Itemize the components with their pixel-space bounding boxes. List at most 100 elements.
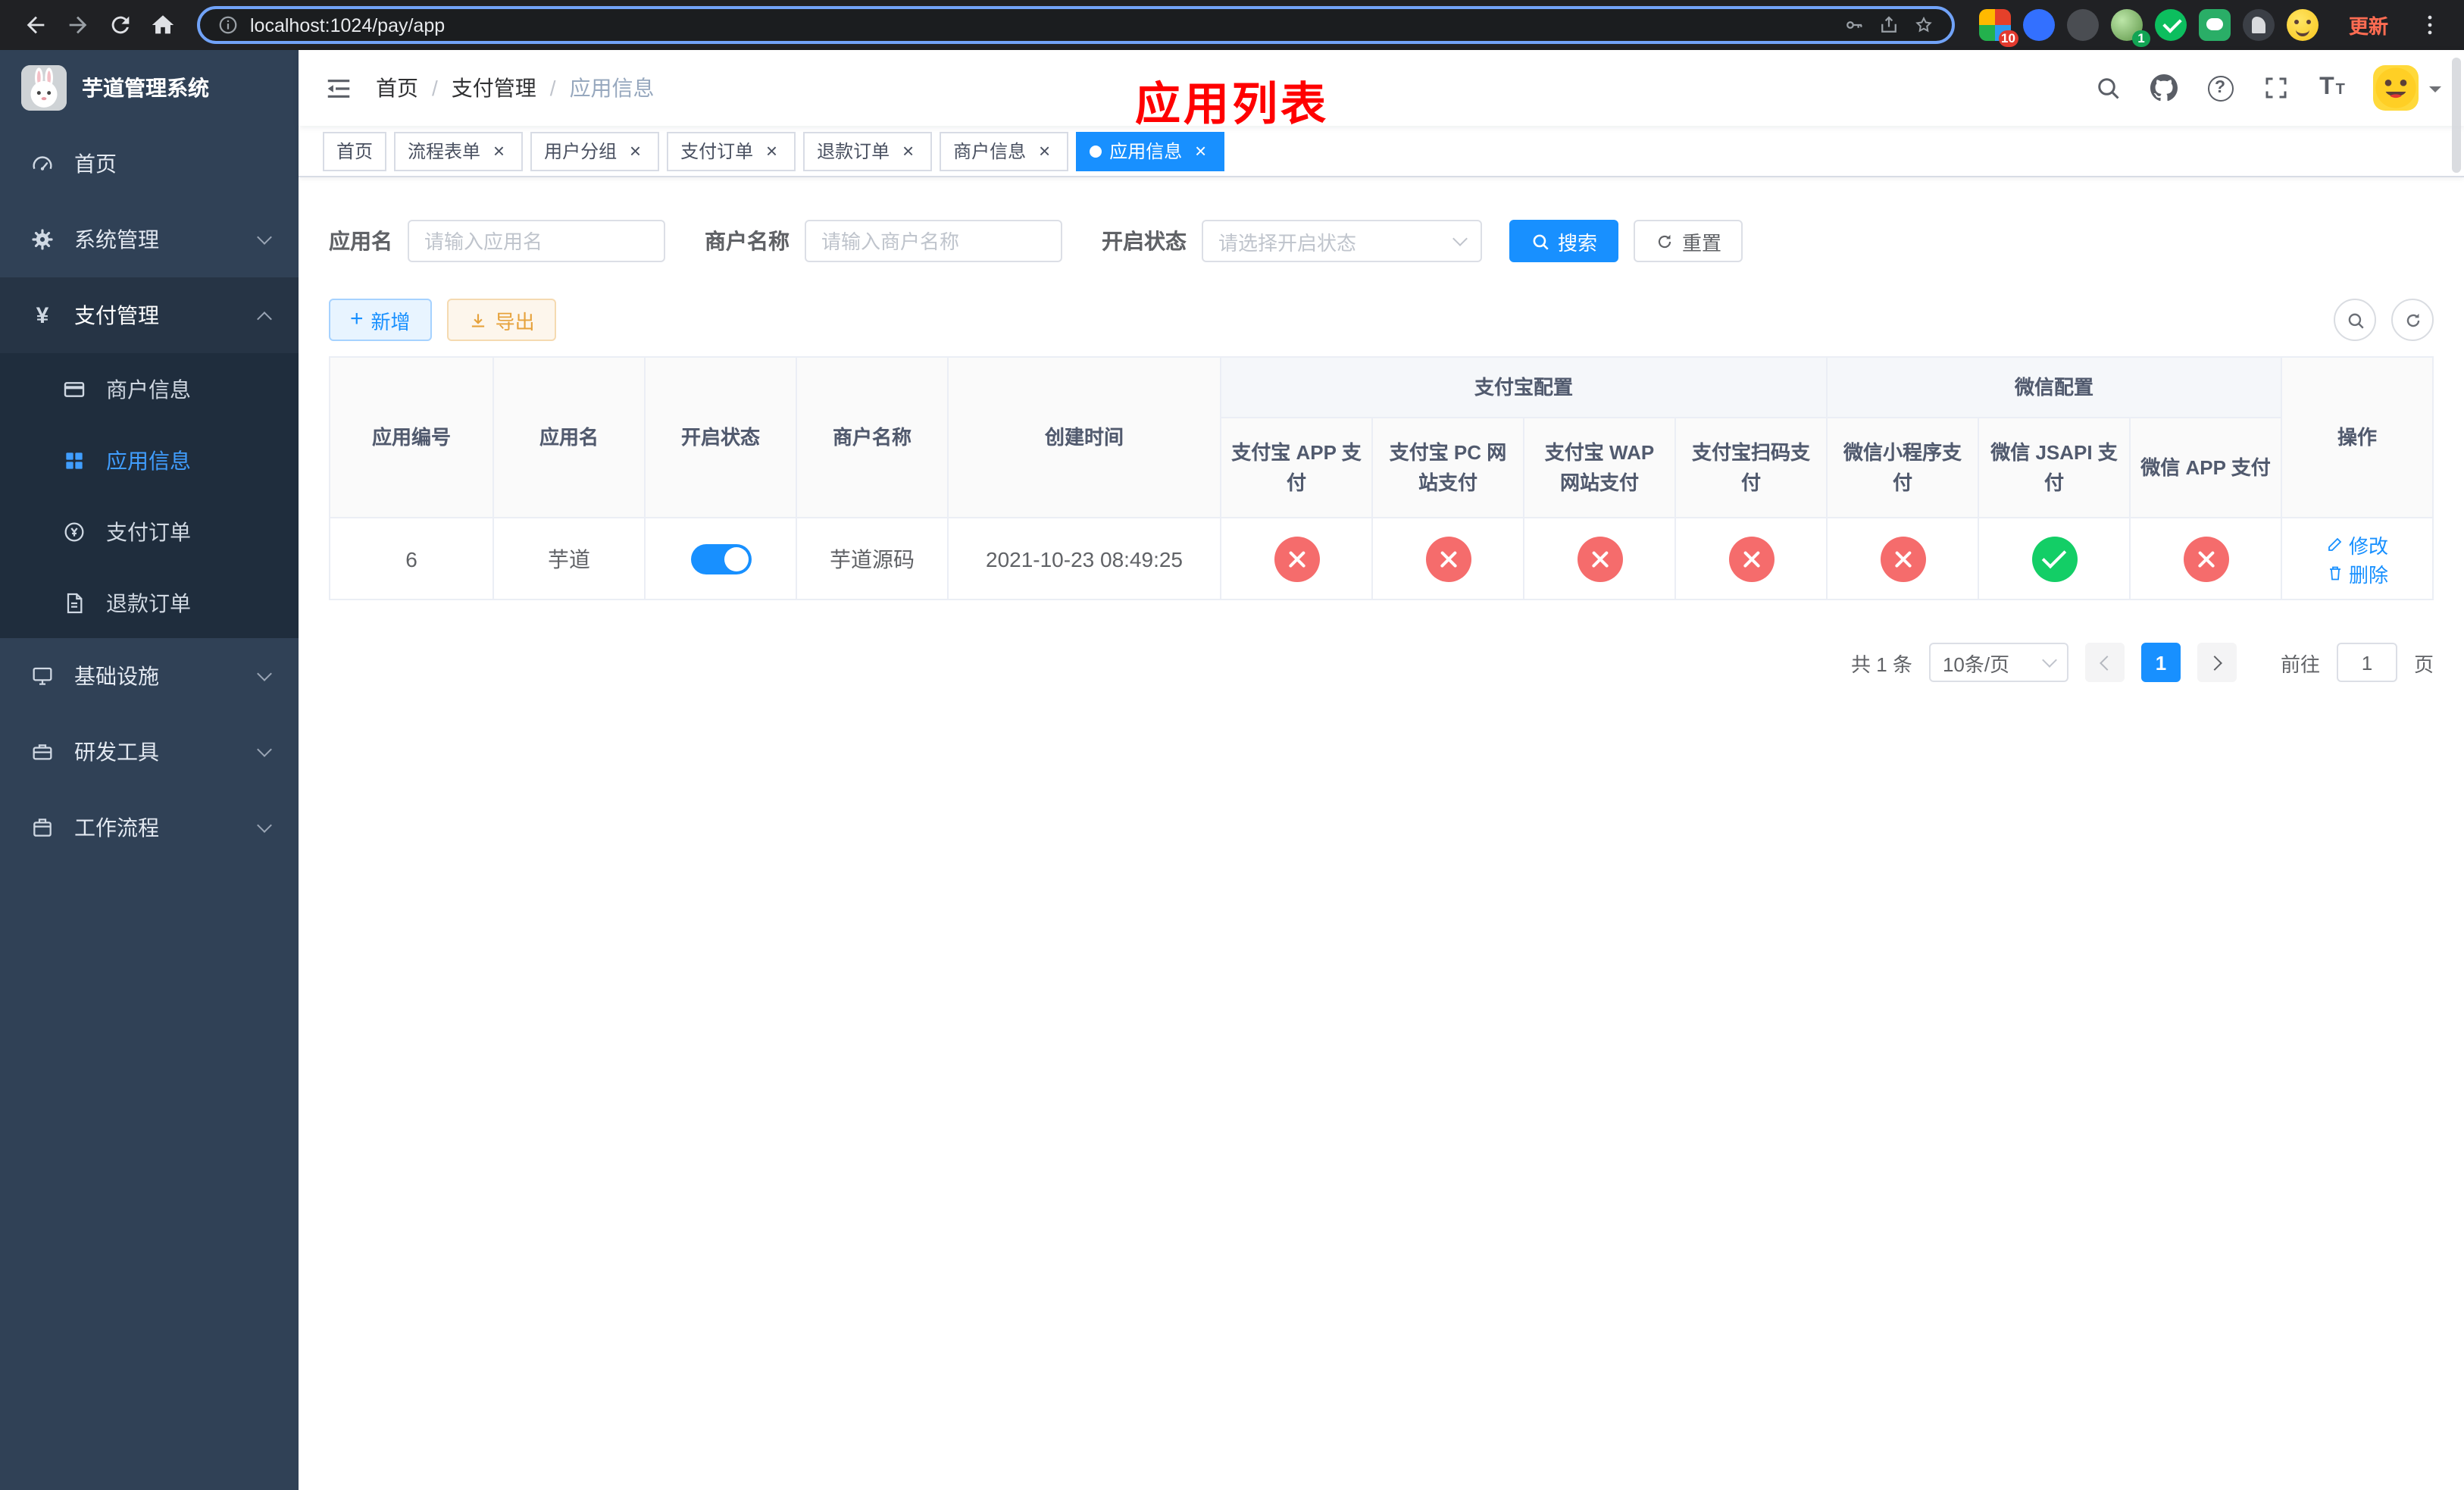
sidebar-item-app-info[interactable]: 应用信息 xyxy=(0,424,299,496)
close-icon[interactable] xyxy=(897,140,918,161)
overlay-title: 应用列表 xyxy=(1135,80,1329,130)
url-text[interactable]: localhost:1024/pay/app xyxy=(250,14,445,36)
extension-knight-icon[interactable] xyxy=(2242,9,2275,41)
sidebar-item-home[interactable]: 首页 xyxy=(0,126,299,202)
tab-merchant-info[interactable]: 商户信息 xyxy=(940,131,1069,171)
help-icon[interactable] xyxy=(2205,73,2235,103)
font-size-icon[interactable] xyxy=(2317,73,2347,103)
browser-back-button[interactable] xyxy=(15,5,55,45)
sidebar-item-refund-order[interactable]: 退款订单 xyxy=(0,567,299,638)
page-size-select[interactable]: 10条/页 xyxy=(1928,643,2068,682)
goto-page-input[interactable] xyxy=(2336,643,2397,682)
close-icon[interactable] xyxy=(488,140,509,161)
extensions-row: 10 1 xyxy=(1978,9,2319,47)
password-key-icon[interactable] xyxy=(1843,13,1867,37)
reset-button[interactable]: 重置 xyxy=(1634,220,1743,262)
col-header: 应用名 xyxy=(492,356,646,518)
export-button[interactable]: 导出 xyxy=(446,299,556,341)
refresh-icon xyxy=(1658,233,1671,248)
sidebar-item-label: 工作流程 xyxy=(74,815,159,840)
status-label: 开启状态 xyxy=(1102,229,1187,253)
download-icon xyxy=(471,313,484,327)
sidebar-item-infrastructure[interactable]: 基础设施 xyxy=(0,638,299,714)
tab-app-info[interactable]: 应用信息 xyxy=(1076,131,1225,171)
browser-forward-button[interactable] xyxy=(58,5,97,45)
close-icon[interactable] xyxy=(624,140,646,161)
sidebar-logo[interactable]: 芋道管理系统 xyxy=(0,50,299,126)
prev-page-button[interactable] xyxy=(2084,643,2125,682)
scrollbar-thumb[interactable] xyxy=(2452,58,2461,173)
col-header: 支付宝 PC 网站支付 xyxy=(1371,417,1524,518)
extension-grid-icon[interactable]: 10 xyxy=(1978,9,2018,47)
tab-pay-order[interactable]: 支付订单 xyxy=(667,131,796,171)
chrome-update-button[interactable]: 更新 xyxy=(2340,9,2397,41)
close-icon[interactable] xyxy=(761,140,782,161)
extension-check-icon[interactable] xyxy=(2154,9,2187,41)
browser-reload-button[interactable] xyxy=(100,5,139,45)
search-icon[interactable] xyxy=(2093,73,2123,103)
user-menu[interactable] xyxy=(2373,65,2441,111)
tags-view: 首页 流程表单 用户分组 支付订单 退款订单 xyxy=(299,126,2464,177)
col-header: 开启状态 xyxy=(644,356,797,518)
extension-wechat-icon[interactable] xyxy=(2198,9,2231,41)
status-select[interactable]: 请选择开启状态 xyxy=(1202,220,1482,262)
site-info-icon[interactable] xyxy=(215,13,239,37)
bookmark-star-icon[interactable] xyxy=(1912,13,1937,37)
sidebar-item-merchant-info[interactable]: 商户信息 xyxy=(0,353,299,424)
merchant-name-input[interactable] xyxy=(805,220,1062,262)
sidebar-item-payment[interactable]: ¥ 支付管理 xyxy=(0,277,299,353)
github-icon[interactable] xyxy=(2149,73,2179,103)
filter-form: 应用名 商户名称 开启状态 请选择开启状态 搜索 重置 xyxy=(329,220,2434,262)
share-icon[interactable] xyxy=(1878,13,1902,37)
extension-emoji-icon[interactable] xyxy=(2286,9,2319,41)
tab-home[interactable]: 首页 xyxy=(323,131,387,171)
chevron-down-icon xyxy=(257,818,272,833)
tab-user-group[interactable]: 用户分组 xyxy=(530,131,660,171)
browser-menu-kebab-icon[interactable] xyxy=(2409,5,2449,45)
tab-label: 流程表单 xyxy=(408,141,481,162)
tab-refund-order[interactable]: 退款订单 xyxy=(803,131,933,171)
extension-blue-icon[interactable] xyxy=(2022,9,2055,41)
box-icon xyxy=(29,815,56,840)
cell-merchant-name: 芋道源码 xyxy=(796,517,949,600)
page-unit-label: 页 xyxy=(2413,653,2434,675)
address-bar[interactable]: localhost:1024/pay/app xyxy=(197,6,1955,44)
toggle-search-button[interactable] xyxy=(2334,299,2376,341)
sidebar-item-devtools[interactable]: 研发工具 xyxy=(0,714,299,790)
close-icon[interactable] xyxy=(1033,140,1055,161)
chevron-down-icon xyxy=(2042,653,2057,668)
col-header: 支付宝扫码支付 xyxy=(1674,417,1828,518)
page-number-button[interactable]: 1 xyxy=(2140,643,2181,682)
toolbox-icon xyxy=(29,740,56,764)
cell-app-name: 芋道 xyxy=(492,517,646,600)
browser-home-button[interactable] xyxy=(142,5,182,45)
sidebar-item-pay-order[interactable]: 支付订单 xyxy=(0,496,299,567)
col-header: 创建时间 xyxy=(947,356,1221,518)
extension-dark-icon[interactable] xyxy=(2066,9,2099,41)
close-icon[interactable] xyxy=(1190,140,1211,161)
next-page-button[interactable] xyxy=(2197,643,2237,682)
status-icon xyxy=(2031,536,2078,581)
trash-icon xyxy=(2330,566,2340,581)
app-name-input[interactable] xyxy=(408,220,665,262)
col-header: 微信小程序支付 xyxy=(1826,417,1980,518)
sidebar-item-workflow[interactable]: 工作流程 xyxy=(0,790,299,866)
fullscreen-icon[interactable] xyxy=(2261,73,2291,103)
sidebar-fold-icon[interactable] xyxy=(321,71,355,105)
tab-process-form[interactable]: 流程表单 xyxy=(394,131,524,171)
add-button[interactable]: + 新增 xyxy=(329,299,432,341)
document-icon xyxy=(61,590,88,615)
extension-avatar-icon[interactable]: 1 xyxy=(2110,9,2150,47)
col-header: 应用编号 xyxy=(329,356,494,518)
breadcrumb-home[interactable]: 首页 xyxy=(376,73,452,103)
refresh-table-button[interactable] xyxy=(2391,299,2434,341)
sidebar-item-system[interactable]: 系统管理 xyxy=(0,202,299,277)
edit-link[interactable]: 修改 xyxy=(2326,530,2388,559)
delete-link[interactable]: 删除 xyxy=(2326,559,2388,587)
enabled-switch[interactable] xyxy=(690,543,751,574)
credit-card-icon xyxy=(61,377,88,401)
table-toolbar: + 新增 导出 xyxy=(329,299,2434,341)
search-button[interactable]: 搜索 xyxy=(1509,220,1619,262)
breadcrumb-payment[interactable]: 支付管理 xyxy=(452,73,570,103)
active-dot-icon xyxy=(1090,145,1102,157)
